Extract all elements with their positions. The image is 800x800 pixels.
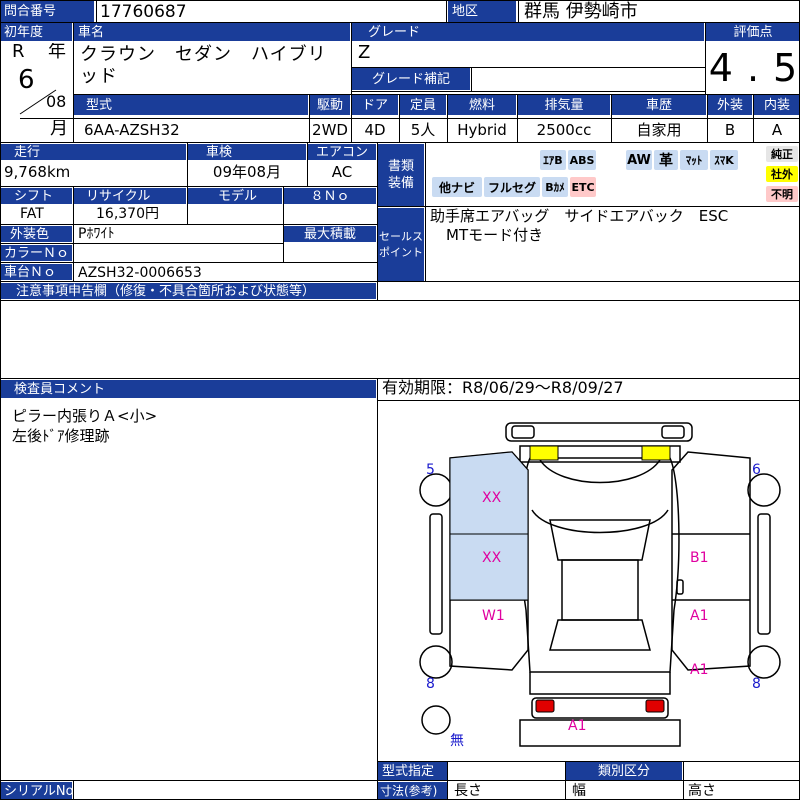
fuel-value: Hybrid bbox=[457, 120, 507, 139]
equip-mat: ﾏｯﾄ bbox=[680, 150, 708, 170]
mark-right-rear-door: A1 bbox=[690, 608, 709, 624]
equip-leather: 革 bbox=[654, 150, 678, 170]
capacity-value: 5人 bbox=[410, 120, 436, 139]
history-label: 車歴 bbox=[612, 95, 706, 115]
side-number-right-rear: 8 bbox=[752, 676, 761, 692]
dimension-label: 寸法(参考) bbox=[378, 782, 448, 800]
inspector-line1: ピラー内張りＡ<小> bbox=[12, 407, 158, 425]
validity-period: 有効期限：R8/06/29～R8/09/27 bbox=[382, 378, 624, 397]
model-label: 型式 bbox=[74, 95, 308, 115]
recycle-label: リサイクル bbox=[74, 188, 186, 204]
color-value: Pﾎﾜｲﾄ bbox=[78, 226, 115, 242]
grade-value: Z bbox=[358, 44, 371, 62]
eight-no-label: ８Ｎｏ bbox=[284, 188, 376, 204]
inspector-label: 検査員コメント bbox=[0, 380, 376, 398]
sales-point-label: セールス ポイント bbox=[378, 208, 424, 282]
grade-sup-value bbox=[474, 68, 702, 90]
shift-label: シフト bbox=[0, 188, 72, 204]
side-number-left-front: 5 bbox=[426, 462, 435, 478]
recycle-value: 16,370円 bbox=[96, 206, 159, 222]
car-name-label: 車名 bbox=[74, 23, 350, 41]
equip-navi: 他ナビ bbox=[432, 177, 482, 197]
color-no-label: カラーＮｏ bbox=[0, 245, 72, 261]
interior-label: 内装 bbox=[754, 95, 800, 115]
color-label: 外装色 bbox=[0, 226, 72, 242]
side-number-left-rear: 8 bbox=[426, 676, 435, 692]
inquiry-number: 17760687 bbox=[100, 2, 187, 22]
mileage-value: 9,768km bbox=[4, 163, 71, 181]
equipment-label: 書類 装備 bbox=[378, 144, 424, 206]
displacement-value: 2500cc bbox=[536, 120, 592, 139]
chassis-label: 車台Ｎｏ bbox=[0, 264, 72, 280]
equip-backcam: Bｶﾒ bbox=[542, 177, 568, 197]
score-label: 評価点 bbox=[706, 23, 800, 41]
interior-value: A bbox=[771, 120, 783, 139]
equip-fullseg: フルセグ bbox=[484, 177, 540, 197]
mark-right-quarter: A1 bbox=[690, 662, 709, 678]
equip-airbag: ｴｱB bbox=[540, 150, 566, 170]
mark-left-front-fender: XX bbox=[482, 490, 502, 506]
first-reg-label: 初年度 bbox=[0, 23, 72, 41]
side-number-right-front: 6 bbox=[752, 462, 761, 478]
exterior-label: 外装 bbox=[708, 95, 752, 115]
status-aftermarket: 社外 bbox=[766, 166, 798, 182]
mark-rear-bumper: A1 bbox=[568, 718, 587, 734]
length-label: 長さ bbox=[454, 783, 482, 799]
car-diagram bbox=[419, 422, 781, 747]
mark-left-front-door: XX bbox=[482, 550, 502, 566]
equip-smartkey: ｽﾏK bbox=[710, 150, 738, 170]
equip-aw: AW bbox=[626, 150, 652, 170]
status-genuine: 純正 bbox=[766, 146, 798, 162]
width-label: 幅 bbox=[572, 783, 586, 799]
ac-label: エアコン bbox=[308, 144, 376, 160]
inspection-value: 09年08月 bbox=[212, 163, 282, 181]
notes-label: 注意事項申告欄（修復・不具合箇所および状態等） bbox=[0, 283, 376, 299]
grade-label: グレード bbox=[352, 23, 704, 41]
model-year-label: モデル bbox=[188, 188, 282, 204]
fuel-label: 燃料 bbox=[448, 95, 516, 115]
door-label: ドア bbox=[352, 95, 398, 115]
height-label: 高さ bbox=[688, 783, 716, 799]
status-unknown: 不明 bbox=[766, 186, 798, 202]
class-label: 類別区分 bbox=[566, 762, 682, 780]
inspector-line2: 左後ﾄﾞｱ修理跡 bbox=[12, 427, 110, 445]
max-load-label: 最大積載 bbox=[284, 226, 376, 242]
region-value: 群馬 伊勢崎市 bbox=[524, 1, 638, 22]
type-designation-label: 型式指定 bbox=[378, 762, 448, 780]
inspection-label: 車検 bbox=[188, 144, 306, 160]
era: R bbox=[12, 43, 25, 61]
spare-none-label: 無 bbox=[450, 733, 464, 749]
drive-value: 2WD bbox=[312, 120, 348, 139]
month-suffix: 月 bbox=[50, 120, 68, 138]
mileage-label: 走行 bbox=[0, 144, 186, 160]
capacity-label: 定員 bbox=[400, 95, 446, 115]
shift-value: FAT bbox=[20, 206, 44, 222]
mark-left-rear-door: W1 bbox=[482, 608, 505, 624]
score-value: 4.5 bbox=[708, 46, 800, 90]
year: 6 bbox=[18, 67, 35, 93]
car-name: クラウン セダン ハイブリッド bbox=[80, 44, 327, 87]
exterior-value: B bbox=[724, 120, 736, 139]
grade-sup-label: グレード補記 bbox=[352, 68, 470, 90]
sales-point-line2: MTモード付き bbox=[446, 226, 544, 244]
displacement-label: 排気量 bbox=[518, 95, 610, 115]
ac-value: AC bbox=[331, 163, 353, 181]
equip-abs: ABS bbox=[568, 150, 596, 170]
year-suffix: 年 bbox=[48, 43, 66, 61]
sales-point-line1: 助手席エアバッグ サイドエアバック ESC bbox=[430, 207, 729, 225]
chassis-value: AZSH32-0006653 bbox=[78, 264, 202, 281]
serial-label: シリアルNo bbox=[0, 782, 72, 800]
door-value: 4D bbox=[364, 120, 386, 139]
region-label: 地区 bbox=[448, 0, 516, 22]
mark-right-front-door: B1 bbox=[690, 550, 709, 566]
drive-label: 駆動 bbox=[310, 95, 350, 115]
model-value: 6AA-AZSH32 bbox=[84, 120, 180, 139]
inquiry-label: 問合番号 bbox=[0, 0, 94, 22]
month: 08 bbox=[46, 94, 67, 110]
equip-etc: ETC bbox=[570, 177, 596, 197]
history-value: 自家用 bbox=[636, 120, 682, 139]
